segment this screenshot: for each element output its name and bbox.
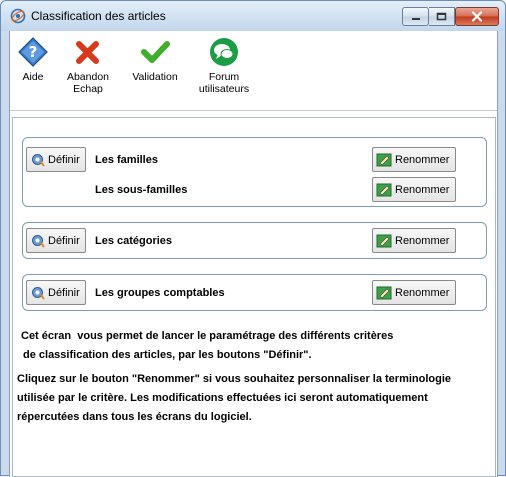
categories-label: Les catégories — [95, 235, 173, 247]
maximize-button[interactable] — [429, 7, 455, 26]
define-categories-label: Définir — [48, 234, 80, 247]
rename-groupes-button[interactable]: Renommer — [372, 280, 456, 305]
check-icon — [141, 41, 170, 63]
forum-label-line1: Forum — [208, 71, 240, 83]
settings-icon — [32, 235, 45, 248]
close-button[interactable] — [455, 7, 499, 26]
close-icon — [471, 11, 483, 22]
help-text-line1: Cet écran vous permet de lancer le param… — [21, 330, 394, 342]
group-groupes-comptables: Définir Les groupes comptables Renommer — [22, 274, 487, 311]
window-title: Classification des articles — [31, 9, 166, 23]
rename-familles-label: Renommer — [395, 153, 450, 166]
forum-button[interactable]: Forum utilisateurs — [193, 37, 255, 95]
rename-icon — [376, 286, 392, 299]
validate-label: Validation — [132, 71, 178, 83]
help-button[interactable]: ? Aide — [13, 37, 53, 83]
help-text-line3: Cliquez sur le bouton "Renommer" si vous… — [17, 373, 452, 385]
help-text-line2: de classification des articles, par les … — [23, 349, 312, 361]
app-icon — [10, 8, 26, 24]
validate-button[interactable]: Validation — [125, 37, 185, 83]
familles-label: Les familles — [95, 154, 158, 166]
rename-categories-button[interactable]: Renommer — [372, 228, 456, 253]
svg-text:?: ? — [29, 43, 38, 61]
group-familles: Définir Les familles Renommer Les sous-f… — [22, 137, 487, 207]
define-groupes-button[interactable]: Définir — [26, 280, 86, 305]
title-bar[interactable]: Classification des articles — [1, 1, 505, 31]
rename-sous-familles-button[interactable]: Renommer — [372, 177, 456, 202]
cancel-label-line1: Abandon — [66, 71, 110, 83]
rename-familles-button[interactable]: Renommer — [372, 147, 456, 172]
minimize-button[interactable] — [402, 7, 429, 26]
sous-familles-label: Les sous-familles — [95, 184, 188, 196]
settings-icon — [32, 154, 45, 167]
define-categories-button[interactable]: Définir — [26, 228, 86, 253]
cancel-button[interactable]: Abandon Echap — [62, 37, 114, 95]
rename-categories-label: Renommer — [395, 234, 450, 247]
toolbar: ? Aide Abandon Echap Validation Forum ut… — [10, 31, 497, 111]
rename-icon — [376, 234, 392, 247]
help-icon: ? — [18, 37, 48, 67]
rename-icon — [376, 183, 392, 196]
rename-groupes-label: Renommer — [395, 286, 450, 299]
window: Classification des articles ? Aide Aband… — [0, 0, 506, 477]
groupes-label: Les groupes comptables — [95, 287, 225, 299]
define-groupes-label: Définir — [48, 286, 80, 299]
forum-label-line2: utilisateurs — [198, 83, 250, 95]
client-area: ? Aide Abandon Echap Validation Forum ut… — [9, 31, 498, 477]
content-panel: Définir Les familles Renommer Les sous-f… — [12, 117, 496, 477]
forum-icon — [210, 38, 238, 66]
help-label: Aide — [22, 71, 44, 83]
minimize-icon — [411, 17, 420, 20]
rename-sous-familles-label: Renommer — [395, 183, 450, 196]
rename-icon — [376, 153, 392, 166]
maximize-icon — [436, 12, 447, 21]
define-familles-label: Définir — [48, 153, 80, 166]
cancel-label-line2: Echap — [73, 83, 103, 95]
help-text-line4: utilisée par le critère. Les modificatio… — [17, 392, 428, 404]
help-text-line5: répercutées dans tous les écrans du logi… — [17, 411, 252, 423]
cancel-icon — [76, 41, 99, 64]
define-familles-button[interactable]: Définir — [26, 147, 86, 172]
settings-icon — [32, 287, 45, 300]
group-categories: Définir Les catégories Renommer — [22, 222, 487, 259]
